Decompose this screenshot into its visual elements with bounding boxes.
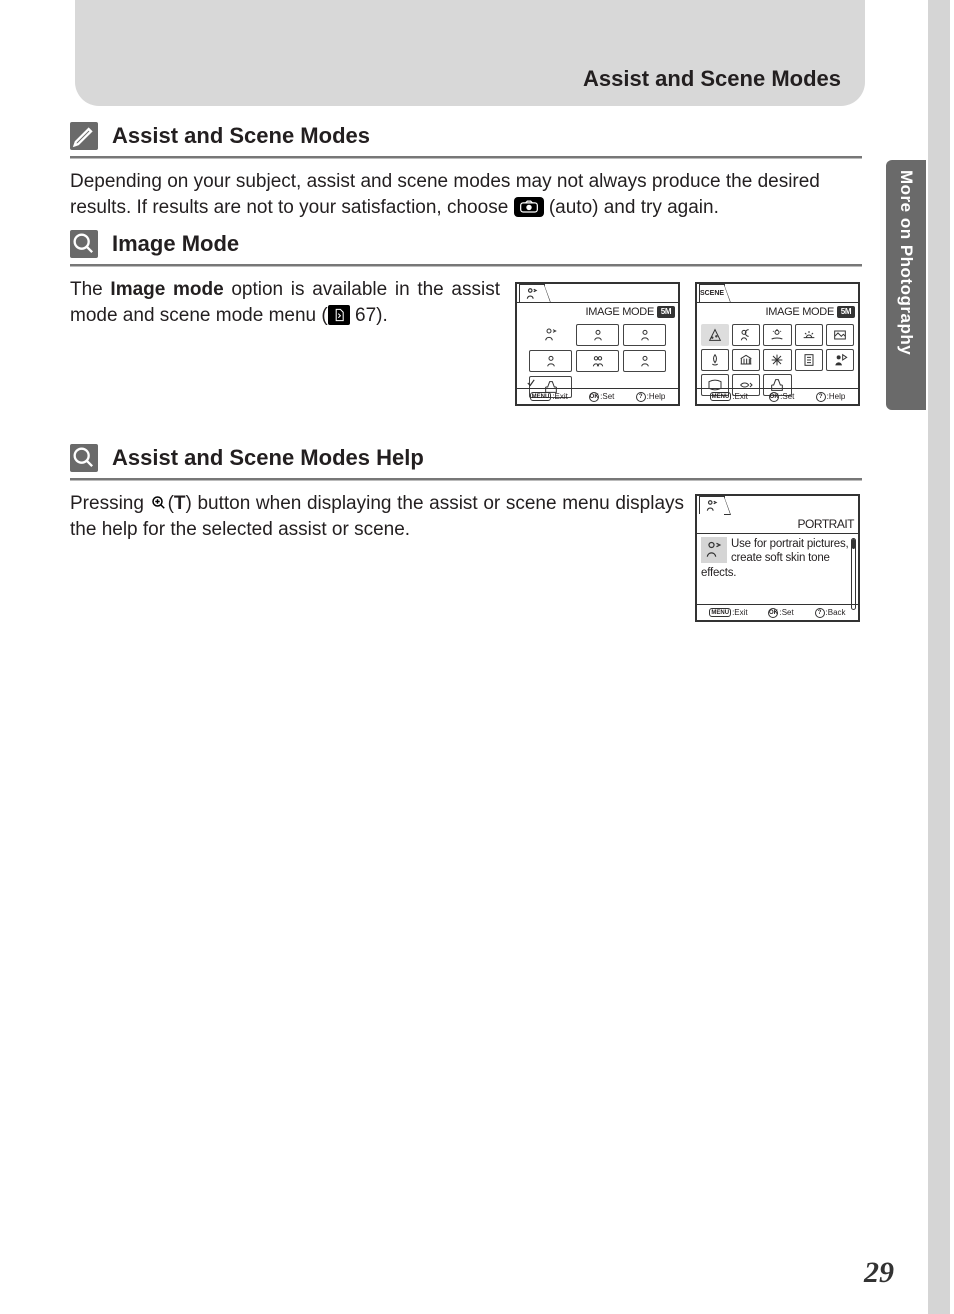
section-title: Image Mode xyxy=(112,231,239,257)
cell-backlight-icon xyxy=(826,349,854,371)
lcd-scene-menu: SCENE IMAGE MODE 5M MENU:Exit OK:Set ?:H… xyxy=(695,282,860,406)
lcd-help-panel: PORTRAIT Use for portrait pictures, crea… xyxy=(695,494,860,622)
zoom-in-icon xyxy=(150,494,168,512)
page-header-title: Assist and Scene Modes xyxy=(583,66,841,92)
page-number: 29 xyxy=(864,1256,894,1290)
lcd-tab-assist-icon xyxy=(699,496,725,514)
scrollbar xyxy=(851,538,856,610)
question-circle-icon: ? xyxy=(816,392,826,402)
lcd-footer: MENU:Exit OK:Set ?:Help xyxy=(517,388,678,404)
cell-person-icon xyxy=(623,324,666,346)
footer-back: :Back xyxy=(826,608,846,617)
page-gutter xyxy=(928,0,950,1314)
cell-night-portrait-icon xyxy=(732,324,760,346)
footer-exit: :Exit xyxy=(732,392,748,401)
lcd-assist-menu: IMAGE MODE 5M MENU:Exit OK:Set ?:Help xyxy=(515,282,680,406)
body-text-bold: Image mode xyxy=(110,279,223,300)
section-title: Assist and Scene Modes Help xyxy=(112,445,424,471)
portrait-thumb-icon xyxy=(701,537,727,563)
lcd-footer: MENU:Exit OK:Set ?:Back xyxy=(697,604,858,620)
pencil-note-icon xyxy=(70,122,98,150)
footer-help: :Help xyxy=(827,392,846,401)
footer-set: :Set xyxy=(780,392,794,401)
cell-fireworks-icon xyxy=(763,349,791,371)
body-text: 67). xyxy=(350,305,388,326)
section-image-mode: Image Mode The Image mode option is avai… xyxy=(70,230,862,328)
cell-person-icon xyxy=(529,350,572,372)
question-circle-icon: ? xyxy=(815,608,825,618)
lcd-footer: MENU:Exit OK:Set ?:Help xyxy=(697,388,858,404)
page-header-panel: Assist and Scene Modes xyxy=(75,0,865,106)
footer-exit: :Exit xyxy=(552,392,568,401)
badge-5m: 5M xyxy=(837,306,855,318)
footer-help: :Help xyxy=(647,392,666,401)
menu-pill-icon: MENU xyxy=(710,392,732,401)
footer-set: :Set xyxy=(600,392,614,401)
footer-set: :Set xyxy=(779,608,793,617)
help-lcd-title: PORTRAIT xyxy=(697,514,858,534)
ok-circle-icon: OK xyxy=(768,608,778,618)
lcd-title: IMAGE MODE xyxy=(585,306,654,318)
section-body: Depending on your subject, assist and sc… xyxy=(70,169,862,220)
side-chapter-tab: More on Photography xyxy=(886,160,926,410)
info-tip-icon xyxy=(70,444,98,472)
cell-person-icon xyxy=(576,324,619,346)
menu-pill-icon: MENU xyxy=(530,392,552,401)
section-divider xyxy=(70,156,862,159)
cell-dusk-dawn-icon xyxy=(826,324,854,346)
section-body: The Image mode option is available in th… xyxy=(70,277,500,328)
section-assist-scene: Assist and Scene Modes Depending on your… xyxy=(70,122,862,220)
cell-two-person-icon xyxy=(576,350,619,372)
cell-copy-icon xyxy=(795,349,823,371)
section-title: Assist and Scene Modes xyxy=(112,123,370,149)
section-body: Pressing (T) button when displaying the … xyxy=(70,491,684,542)
body-text: (auto) and try again. xyxy=(549,197,719,218)
lcd-tab-assist-icon xyxy=(519,284,545,302)
cell-portrait-assist-icon xyxy=(529,324,572,346)
lcd-tab-scene: SCENE xyxy=(699,284,725,302)
question-circle-icon: ? xyxy=(636,392,646,402)
section-divider xyxy=(70,264,862,267)
cell-sunset-icon xyxy=(795,324,823,346)
cell-museum-icon xyxy=(732,349,760,371)
body-text: Pressing xyxy=(70,493,150,514)
ok-circle-icon: OK xyxy=(769,392,779,402)
side-chapter-label: More on Photography xyxy=(896,170,916,355)
cell-party-icon xyxy=(701,324,729,346)
lcd-title: IMAGE MODE xyxy=(765,306,834,318)
footer-exit: :Exit xyxy=(732,608,748,617)
body-text: The xyxy=(70,279,110,300)
page-reference-icon xyxy=(328,305,350,325)
camera-auto-icon xyxy=(514,197,544,217)
cell-closeup-icon xyxy=(701,349,729,371)
section-help: Assist and Scene Modes Help Pressing (T)… xyxy=(70,444,862,542)
menu-pill-icon: MENU xyxy=(709,608,731,617)
info-tip-icon xyxy=(70,230,98,258)
section-divider xyxy=(70,478,862,481)
cell-person-icon xyxy=(623,350,666,372)
badge-5m: 5M xyxy=(657,306,675,318)
cell-beach-icon xyxy=(763,324,791,346)
body-text-bold: T xyxy=(174,493,186,514)
ok-circle-icon: OK xyxy=(589,392,599,402)
